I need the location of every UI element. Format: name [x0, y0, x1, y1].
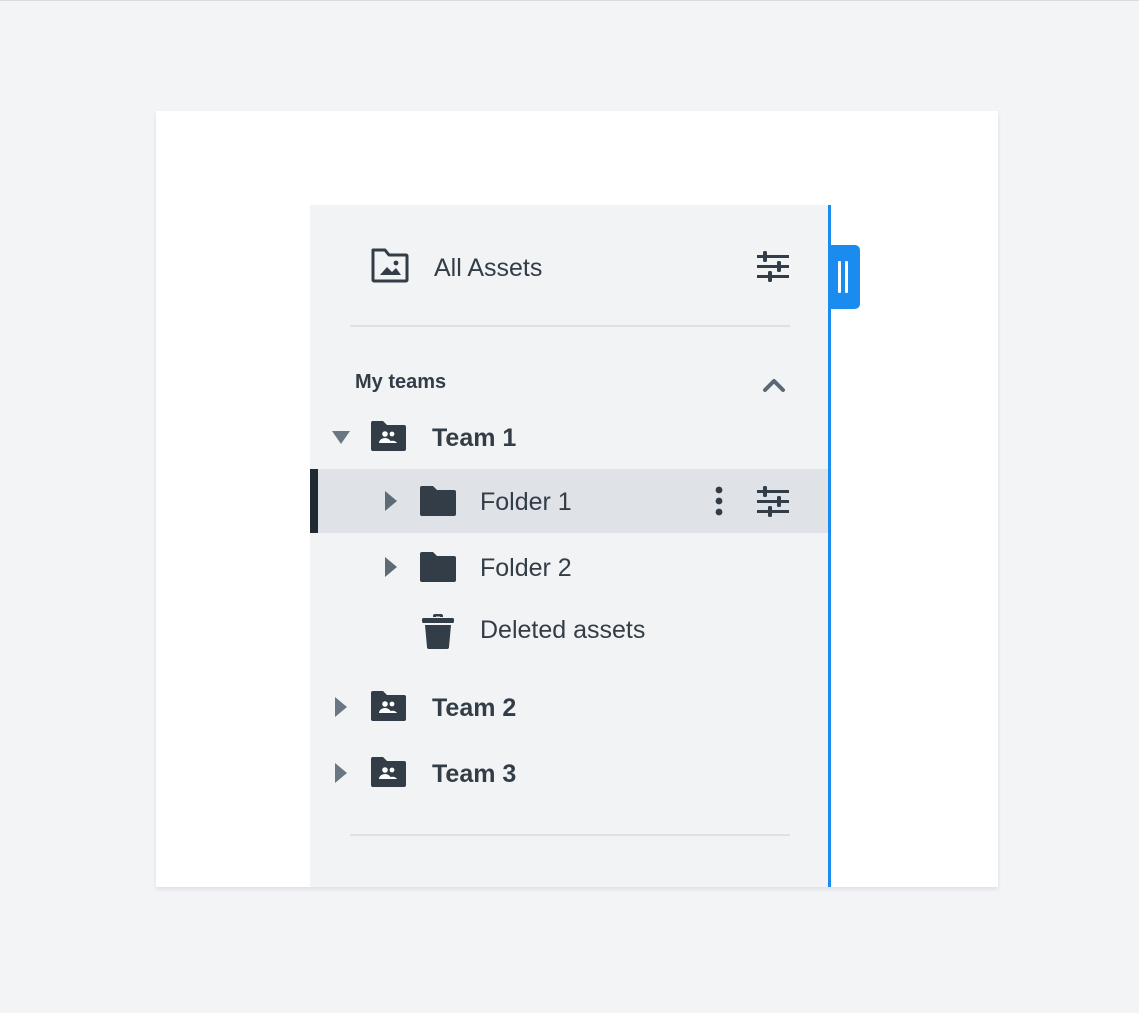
- team-row-2[interactable]: Team 2: [310, 675, 828, 739]
- more-vertical-icon[interactable]: [714, 486, 724, 516]
- folder-label-2: Folder 2: [480, 554, 572, 582]
- grip-line-icon: [838, 261, 841, 293]
- sliders-icon[interactable]: [756, 249, 790, 283]
- section-title-my-teams: My teams: [355, 371, 447, 393]
- folder-row-2[interactable]: Folder 2: [310, 535, 828, 599]
- divider-top: [350, 325, 790, 327]
- image-folder-icon: [370, 247, 410, 283]
- asset-sidebar: All Assets My teams Team 1 Folder 1 Fold…: [310, 205, 828, 887]
- deleted-assets-row[interactable]: Deleted assets: [310, 599, 828, 663]
- folder-label-1: Folder 1: [480, 488, 572, 516]
- caret-right-icon[interactable]: [334, 697, 348, 717]
- caret-right-icon[interactable]: [384, 557, 398, 577]
- team-label-1: Team 1: [432, 424, 517, 452]
- sliders-icon[interactable]: [756, 484, 790, 518]
- folder-icon: [420, 486, 456, 516]
- team-label-3: Team 3: [432, 760, 517, 788]
- team-folder-icon: [370, 691, 406, 721]
- caret-down-icon[interactable]: [332, 431, 350, 445]
- grip-line-icon: [845, 261, 848, 293]
- team-row-3[interactable]: Team 3: [310, 741, 828, 805]
- chevron-up-icon[interactable]: [762, 375, 786, 393]
- preview-card: All Assets My teams Team 1 Folder 1 Fold…: [156, 111, 998, 887]
- folder-icon: [420, 552, 456, 582]
- caret-right-icon[interactable]: [384, 491, 398, 511]
- all-assets-label: All Assets: [434, 254, 543, 282]
- team-row-1[interactable]: Team 1: [310, 405, 828, 469]
- trash-icon: [422, 613, 454, 649]
- window-top-border: [0, 0, 1139, 1]
- folder-row-1[interactable]: Folder 1: [310, 469, 828, 533]
- deleted-assets-label: Deleted assets: [480, 616, 646, 644]
- all-assets-row[interactable]: All Assets: [310, 237, 828, 297]
- divider-bottom: [350, 834, 790, 836]
- caret-right-icon[interactable]: [334, 763, 348, 783]
- team-label-2: Team 2: [432, 694, 517, 722]
- sidebar-resize-handle[interactable]: [828, 245, 860, 309]
- team-folder-icon: [370, 757, 406, 787]
- team-folder-icon: [370, 421, 406, 451]
